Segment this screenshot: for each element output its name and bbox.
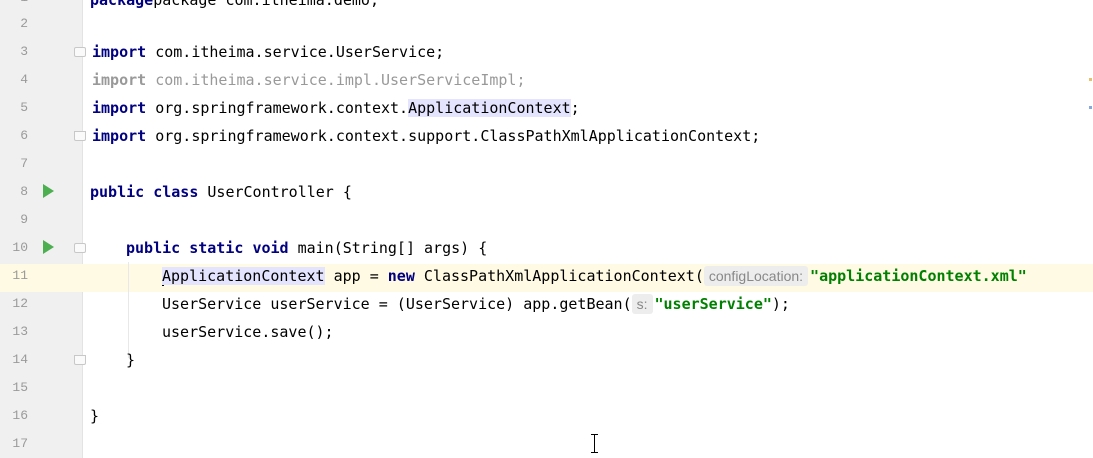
code-line-1[interactable]: packagepackage com.itheima.demo; bbox=[90, 0, 379, 14]
line-number: 16 bbox=[12, 408, 28, 423]
line-number: 5 bbox=[20, 100, 28, 115]
indent-guide bbox=[128, 262, 129, 358]
code-line-8[interactable]: public class UserController { bbox=[90, 178, 352, 206]
code-line-5[interactable]: import org.springframework.context.Appli… bbox=[92, 94, 580, 122]
code-line-10[interactable]: public static void main(String[] args) { bbox=[126, 234, 487, 262]
code-line-3[interactable]: import com.itheima.service.UserService; bbox=[92, 38, 444, 66]
line-number: 2 bbox=[20, 16, 28, 31]
line-number: 4 bbox=[20, 72, 28, 87]
line-number: 10 bbox=[12, 240, 28, 255]
run-gutter-icon[interactable] bbox=[43, 240, 54, 254]
line-number: 17 bbox=[12, 436, 28, 451]
code-line-6[interactable]: import org.springframework.context.suppo… bbox=[92, 122, 760, 150]
error-stripe-marker[interactable] bbox=[1089, 106, 1092, 109]
code-line-11[interactable]: ApplicationContext app = new ClassPathXm… bbox=[162, 262, 1027, 290]
fold-marker-icon[interactable] bbox=[74, 131, 86, 141]
run-gutter-icon[interactable] bbox=[43, 184, 54, 198]
line-number: 7 bbox=[20, 156, 28, 171]
line-number: 9 bbox=[20, 212, 28, 227]
line-number: 3 bbox=[20, 44, 28, 59]
line-number: 11 bbox=[12, 268, 28, 283]
parameter-hint: s: bbox=[631, 294, 653, 314]
error-stripe-marker[interactable] bbox=[1089, 78, 1092, 81]
code-line-13[interactable]: userService.save(); bbox=[162, 318, 334, 346]
parameter-hint: configLocation: bbox=[703, 266, 809, 286]
line-number: 12 bbox=[12, 296, 28, 311]
code-line-12[interactable]: UserService userService = (UserService) … bbox=[162, 290, 790, 318]
line-number: 6 bbox=[20, 128, 28, 143]
code-line-14[interactable]: } bbox=[126, 346, 135, 374]
text-cursor-icon bbox=[590, 434, 600, 454]
line-number: 14 bbox=[12, 352, 28, 367]
line-number: 8 bbox=[20, 184, 28, 199]
fold-marker-icon[interactable] bbox=[74, 355, 86, 365]
line-number: 13 bbox=[12, 324, 28, 339]
line-number: 15 bbox=[12, 380, 28, 395]
code-line-4[interactable]: import com.itheima.service.impl.UserServ… bbox=[92, 66, 525, 94]
line-number: 1 bbox=[0, 0, 28, 5]
fold-marker-icon[interactable] bbox=[74, 243, 86, 253]
code-line-16[interactable]: } bbox=[90, 402, 99, 430]
fold-marker-icon[interactable] bbox=[74, 47, 86, 57]
